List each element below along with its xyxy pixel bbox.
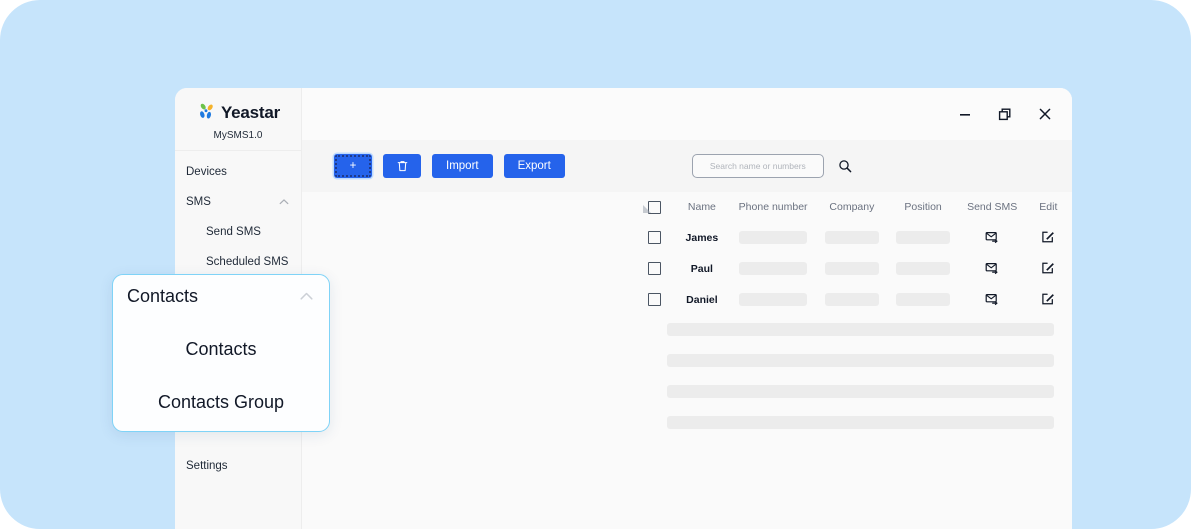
search-input[interactable] [691, 154, 824, 178]
cell-edit [1026, 253, 1071, 284]
row-select-cell [635, 222, 674, 253]
column-header-edit[interactable]: Edit [1026, 192, 1071, 222]
redacted-value [739, 292, 808, 306]
cell-phone [730, 253, 816, 284]
search-icon[interactable] [838, 159, 852, 173]
table-row[interactable]: Daniel [635, 284, 1071, 315]
redacted-value [739, 230, 808, 244]
yeastar-logo-icon [196, 101, 218, 123]
cell-send-sms [959, 222, 1026, 253]
row-checkbox[interactable] [647, 261, 661, 275]
edit-icon[interactable] [1041, 230, 1055, 244]
column-header-phone[interactable]: Phone number [730, 192, 816, 222]
callout-item-contacts[interactable]: Contacts [113, 339, 329, 360]
close-icon[interactable] [1036, 105, 1054, 123]
send-sms-icon[interactable] [985, 292, 999, 306]
page-canvas: Yeastar MySMS1.0 Devices SMS Send SMS Sc… [0, 0, 1191, 529]
chevron-up-icon[interactable] [298, 288, 315, 305]
cell-edit [1026, 222, 1071, 253]
sidebar-item-label: Settings [186, 460, 228, 472]
cell-send-sms [959, 284, 1026, 315]
column-header-company[interactable]: Company [816, 192, 887, 222]
cell-position [888, 222, 959, 253]
row-checkbox[interactable] [647, 292, 661, 306]
table-row[interactable]: Paul [635, 253, 1071, 284]
column-header-position[interactable]: Position [888, 192, 959, 222]
row-select-cell [635, 284, 674, 315]
sidebar-item-send-sms[interactable]: Send SMS [175, 217, 301, 247]
add-contact-button[interactable]: + [334, 154, 372, 178]
callout-item-contacts-group[interactable]: Contacts Group [113, 392, 329, 413]
placeholder-row [667, 416, 1054, 429]
contacts-callout-panel: Contacts Contacts Contacts Group [112, 274, 330, 432]
product-version: MySMS1.0 [213, 130, 263, 141]
brand-name: Yeastar [220, 102, 281, 122]
sidebar-item-label: Scheduled SMS [206, 256, 289, 268]
title-bar [302, 88, 1072, 140]
column-header-name[interactable]: Name [674, 192, 730, 222]
sidebar-item-label: Devices [186, 166, 227, 178]
sidebar-item-settings[interactable]: Settings [175, 451, 301, 481]
cell-company [816, 284, 887, 315]
cell-name: Paul [690, 262, 713, 275]
table-header-row: Name Phone number Company Position Send … [635, 192, 1071, 222]
cell-phone [730, 284, 816, 315]
contacts-table: Name Phone number Company Position Send … [635, 192, 1071, 315]
row-select-cell [635, 253, 674, 284]
select-all-header [635, 192, 674, 222]
import-button[interactable]: Import [432, 154, 493, 178]
edit-icon[interactable] [1041, 292, 1055, 306]
cell-company [816, 253, 887, 284]
redacted-value [824, 261, 879, 275]
row-checkbox[interactable] [647, 230, 661, 244]
redacted-value [739, 261, 808, 275]
sidebar-item-devices[interactable]: Devices [175, 157, 301, 187]
placeholder-row [667, 385, 1054, 398]
sidebar-item-label: SMS [186, 196, 211, 208]
send-sms-icon[interactable] [985, 261, 999, 275]
cell-position [888, 284, 959, 315]
table-row[interactable]: James [635, 222, 1071, 253]
send-sms-icon[interactable] [985, 230, 999, 244]
brand-block: Yeastar MySMS1.0 [175, 88, 301, 151]
chevron-up-icon [278, 196, 290, 208]
cell-position [888, 253, 959, 284]
placeholder-row [667, 323, 1054, 336]
column-header-send-sms[interactable]: Send SMS [959, 192, 1026, 222]
redacted-value [824, 292, 879, 306]
trash-icon [397, 160, 408, 172]
sidebar-item-label: Send SMS [206, 226, 261, 238]
cell-phone [730, 222, 816, 253]
sidebar-item-sms[interactable]: SMS [175, 187, 301, 217]
main-area: + Import Export Search name or numbers N… [302, 88, 1072, 529]
search-area [691, 154, 852, 178]
cell-name: Daniel [686, 293, 718, 306]
callout-header[interactable]: Contacts [127, 286, 315, 307]
redacted-value [824, 230, 879, 244]
column-resize-icon[interactable] [643, 205, 653, 215]
redacted-value [896, 261, 951, 275]
export-button[interactable]: Export [503, 154, 565, 178]
edit-icon[interactable] [1041, 261, 1055, 275]
restore-icon[interactable] [996, 105, 1014, 123]
callout-title: Contacts [127, 286, 199, 306]
cell-company [816, 222, 887, 253]
redacted-value [896, 230, 951, 244]
cell-edit [1026, 284, 1071, 315]
placeholder-rows [667, 315, 1054, 429]
minimize-icon[interactable] [956, 105, 974, 123]
contacts-table-area: Name Phone number Company Position Send … [302, 192, 1072, 529]
cell-name: James [685, 231, 719, 244]
cell-send-sms [959, 253, 1026, 284]
redacted-value [896, 292, 951, 306]
toolbar: + Import Export [302, 140, 1072, 192]
sidebar-item-scheduled-sms[interactable]: Scheduled SMS [175, 247, 301, 277]
delete-contact-button[interactable] [383, 154, 421, 178]
placeholder-row [667, 354, 1054, 367]
